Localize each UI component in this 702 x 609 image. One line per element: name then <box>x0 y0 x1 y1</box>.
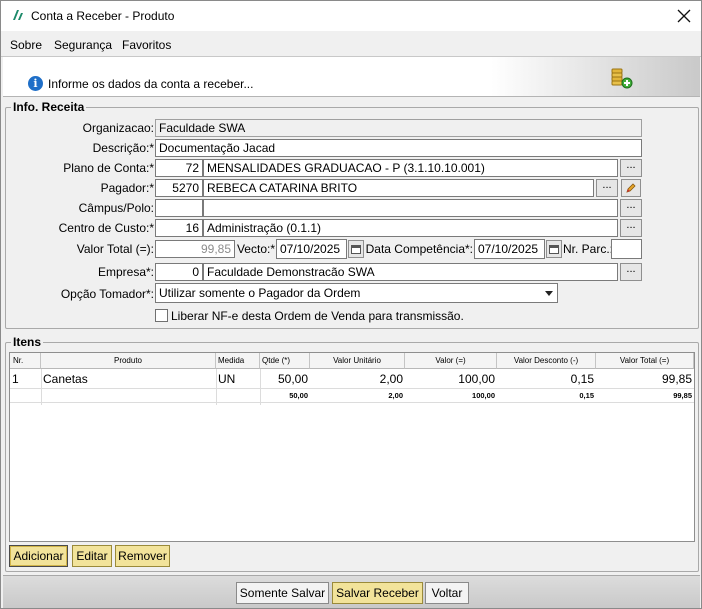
organizacao-label: Organizacao: <box>82 121 154 135</box>
nr-parc-input[interactable] <box>611 239 642 259</box>
pagador-search-button[interactable]: ... <box>596 179 618 197</box>
empresa-label: Empresa*: <box>97 265 154 279</box>
window-title: Conta a Receber - Produto <box>31 9 175 23</box>
data-competencia-label: Data Competência*: <box>365 242 473 256</box>
pagador-code-input[interactable]: 5270 <box>155 179 203 197</box>
info-receita-title: Info. Receita <box>11 100 87 114</box>
valor-total-field: 99,85 <box>155 240 235 258</box>
col-header-valor-unitario[interactable]: Valor Unitário <box>310 353 405 369</box>
banner-message: Informe os dados da conta a receber... <box>48 77 254 91</box>
plano-conta-label: Plano de Conta:* <box>63 161 154 175</box>
salvar-receber-button[interactable]: Salvar Receber <box>332 582 423 604</box>
plano-conta-code-input[interactable]: 72 <box>155 159 203 177</box>
col-header-produto[interactable]: Produto <box>41 353 216 369</box>
cell-nr: 1 <box>12 372 19 386</box>
liberar-nfe-label: Liberar NF-e desta Ordem de Venda para t… <box>171 309 464 323</box>
total-valor-total: 99,85 <box>673 391 692 400</box>
vecto-date-input[interactable]: 07/10/2025 <box>276 239 347 259</box>
plano-conta-desc-field: MENSALIDADES GRADUACAO - P (3.1.10.10.00… <box>203 159 618 177</box>
itens-table: Nr. Produto Medida Qtde (*) Valor Unitár… <box>9 352 695 542</box>
total-valor: 100,00 <box>472 391 495 400</box>
opcao-tomador-select[interactable]: Utilizar somente o Pagador da Ordem <box>155 283 558 303</box>
pagador-label: Pagador:* <box>100 181 154 195</box>
itens-title: Itens <box>11 335 44 349</box>
cell-desconto: 0,15 <box>570 372 594 386</box>
info-banner: i Informe os dados da conta a receber... <box>3 57 700 97</box>
nr-parc-label: Nr. Parc.: <box>563 242 614 256</box>
pagador-name-field: REBECA CATARINA BRITO <box>203 179 594 197</box>
opcao-tomador-label: Opção Tomador*: <box>60 287 154 301</box>
descricao-input[interactable]: Documentação Jacad <box>155 139 642 157</box>
col-header-valor-desconto[interactable]: Valor Desconto (-) <box>497 353 596 369</box>
voltar-button[interactable]: Voltar <box>425 582 469 604</box>
data-competencia-calendar-button[interactable] <box>546 240 562 258</box>
cell-medida: UN <box>218 372 236 386</box>
pagador-edit-button[interactable] <box>621 179 641 197</box>
col-header-valor[interactable]: Valor (=) <box>405 353 497 369</box>
cell-produto: Canetas <box>43 372 88 386</box>
empresa-search-button[interactable]: ... <box>620 263 642 281</box>
menu-seguranca[interactable]: Segurança <box>54 38 112 52</box>
data-competencia-input[interactable]: 07/10/2025 <box>474 239 545 259</box>
total-qtde: 50,00 <box>289 391 308 400</box>
vecto-calendar-button[interactable] <box>348 240 364 258</box>
app-logo-icon <box>13 10 23 20</box>
descricao-label: Descrição:* <box>92 141 154 155</box>
empresa-name-field: Faculdade Demonstracão SWA <box>203 263 618 281</box>
col-header-qtde[interactable]: Qtde (*) <box>260 353 310 369</box>
row-divider <box>10 402 694 403</box>
close-icon <box>677 9 691 23</box>
menu-sobre[interactable]: Sobre <box>10 38 42 52</box>
cell-valor: 100,00 <box>458 372 495 386</box>
centro-custo-name-field: Administração (0.1.1) <box>203 219 618 237</box>
campus-label: Câmpus/Polo: <box>78 201 154 215</box>
calendar-icon <box>351 244 361 254</box>
total-desconto: 0,15 <box>579 391 594 400</box>
centro-custo-search-button[interactable]: ... <box>620 219 642 237</box>
campus-code-input[interactable] <box>155 199 203 217</box>
organizacao-field: Faculdade SWA <box>155 119 642 137</box>
menu-favoritos[interactable]: Favoritos <box>122 38 171 52</box>
footer-bar: Somente Salvar Salvar Receber Voltar <box>3 575 700 608</box>
empresa-code-input[interactable]: 0 <box>155 263 203 281</box>
title-bar: Conta a Receber - Produto <box>1 1 701 31</box>
col-header-medida[interactable]: Medida <box>216 353 260 369</box>
coins-add-icon <box>611 68 633 89</box>
info-icon: i <box>28 76 43 91</box>
row-divider <box>10 388 694 389</box>
dialog-window: Conta a Receber - Produto Sobre Seguranç… <box>0 0 702 609</box>
campus-search-button[interactable]: ... <box>620 199 642 217</box>
centro-custo-code-input[interactable]: 16 <box>155 219 203 237</box>
col-header-valor-total[interactable]: Valor Total (=) <box>596 353 694 369</box>
centro-custo-label: Centro de Custo:* <box>58 221 154 235</box>
calendar-icon <box>549 244 559 254</box>
total-valor-unitario: 2,00 <box>388 391 403 400</box>
remover-button[interactable]: Remover <box>115 545 170 567</box>
chevron-down-icon <box>545 291 553 296</box>
cell-total: 99,85 <box>661 372 692 386</box>
col-header-nr[interactable]: Nr. <box>10 353 41 369</box>
somente-salvar-button[interactable]: Somente Salvar <box>236 582 329 604</box>
close-button[interactable] <box>673 5 695 27</box>
vecto-label: Vecto:* <box>236 242 275 256</box>
pencil-icon <box>626 183 636 193</box>
editar-button[interactable]: Editar <box>72 545 112 567</box>
liberar-nfe-checkbox[interactable] <box>155 309 168 322</box>
plano-conta-search-button[interactable]: ... <box>620 159 642 177</box>
valor-total-label: Valor Total (=): <box>76 242 154 256</box>
opcao-tomador-value: Utilizar somente o Pagador da Ordem <box>159 286 361 300</box>
campus-name-field <box>203 199 618 217</box>
menu-bar: Sobre Segurança Favoritos <box>1 33 701 57</box>
cell-qtde: 50,00 <box>277 372 308 386</box>
cell-valor-unitario: 2,00 <box>379 372 403 386</box>
adicionar-button[interactable]: Adicionar <box>9 545 68 567</box>
